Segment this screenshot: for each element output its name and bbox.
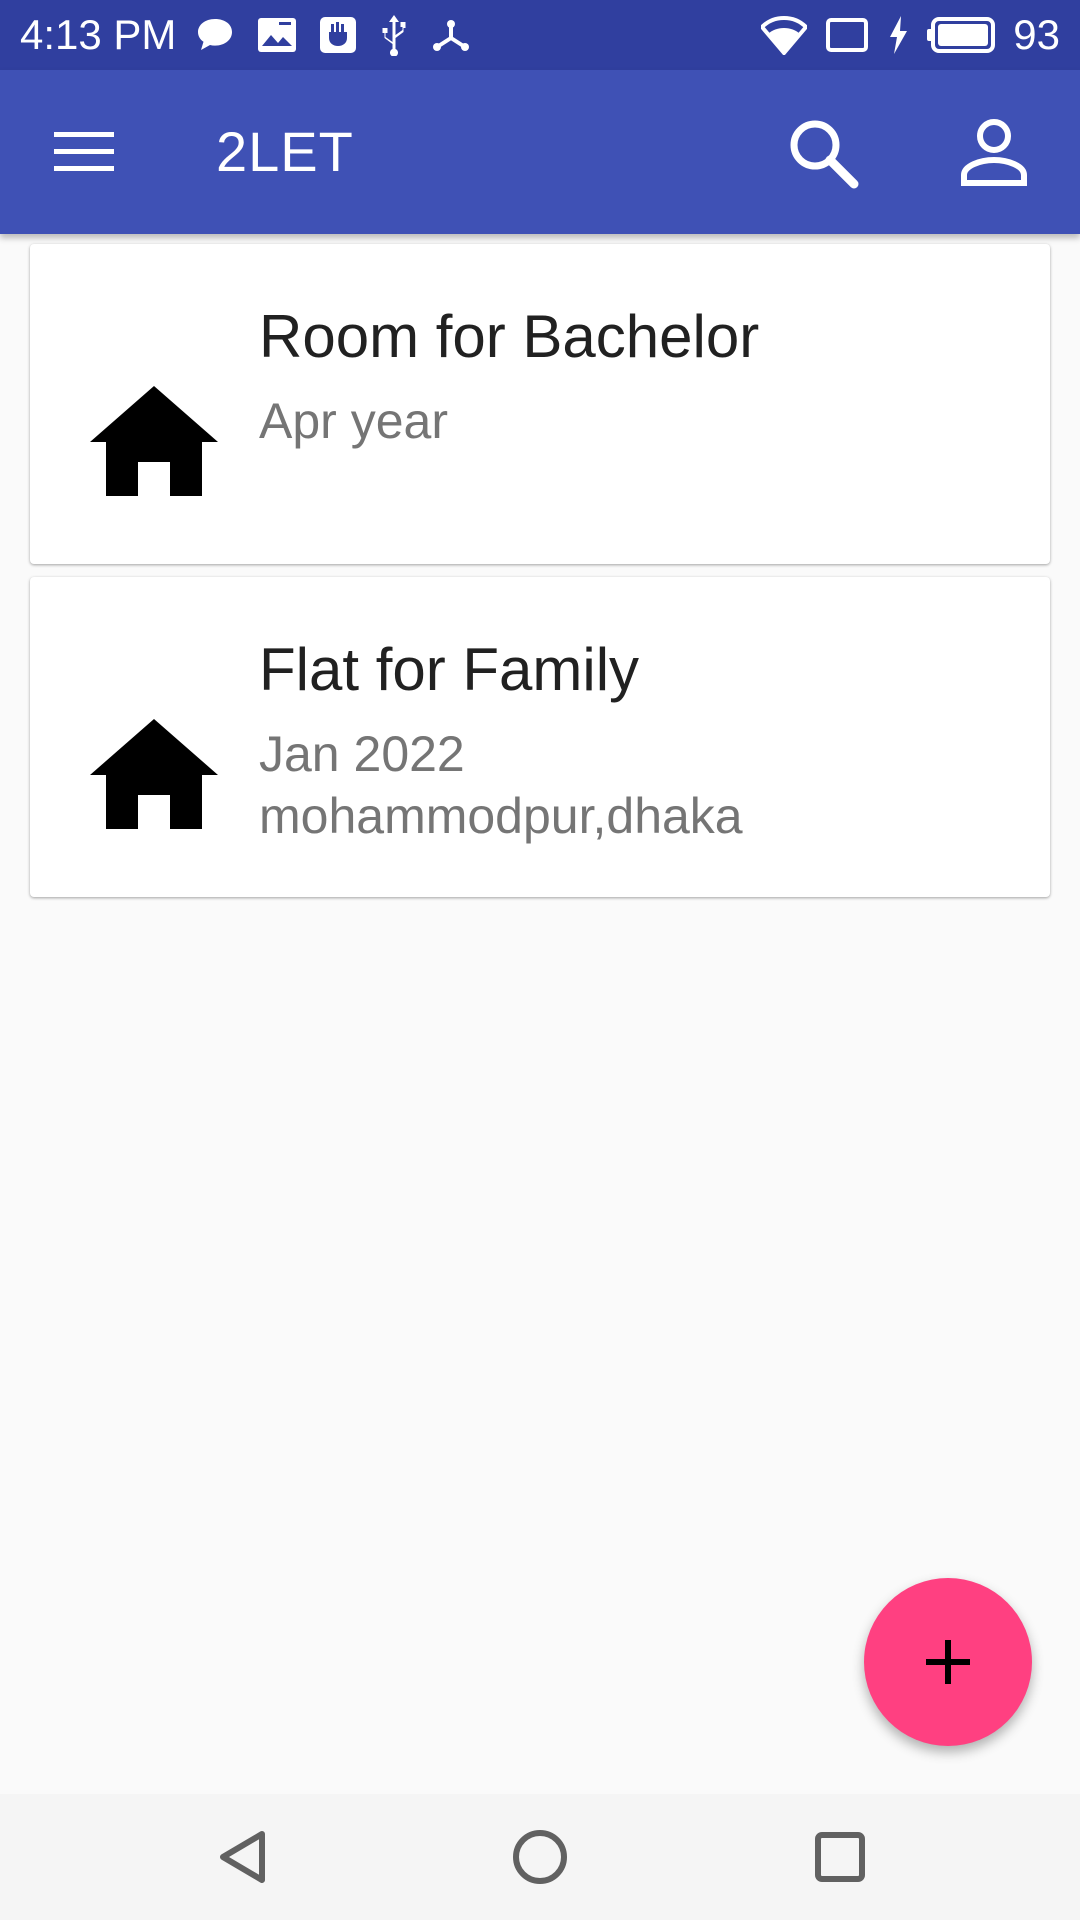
recents-icon: [815, 1832, 865, 1882]
chat-bubble-icon: [195, 16, 235, 54]
listing-date: Apr year: [259, 393, 448, 449]
app-title: 2LET: [216, 120, 354, 183]
home-circle-icon: [513, 1830, 567, 1884]
battery-percent: 93: [1013, 11, 1060, 58]
usb-icon: [379, 14, 409, 56]
add-listing-button[interactable]: [864, 1578, 1032, 1746]
listing-title: Flat for Family: [259, 636, 640, 703]
menu-icon: [54, 132, 114, 171]
status-system-icons: 93: [761, 10, 1060, 60]
screen: 4:13 PM 93 2LET Room for Bachelor Apr ye…: [0, 0, 1080, 1920]
menu-button[interactable]: [48, 120, 120, 184]
app-bar: 2LET: [0, 70, 1080, 234]
home-icon: [90, 719, 218, 829]
search-button[interactable]: [780, 110, 864, 194]
nav-recents-button[interactable]: [803, 1820, 877, 1894]
listing-address: mohammodpur,dhaka: [259, 788, 743, 844]
wifi-icon: [761, 15, 808, 55]
image-icon: [257, 17, 297, 53]
back-icon: [220, 1831, 265, 1883]
account-button[interactable]: [952, 110, 1036, 194]
nav-back-button[interactable]: [205, 1820, 279, 1894]
status-bar: 4:13 PM 93: [0, 0, 1080, 70]
usb-tether-icon: [431, 15, 471, 55]
navigation-bar: [0, 1794, 1080, 1920]
listing-date: Jan 2022: [259, 726, 465, 782]
listing-title: Room for Bachelor: [259, 303, 760, 370]
account-icon: [961, 119, 1027, 186]
charging-icon: [887, 15, 909, 55]
cast-icon: [825, 17, 869, 53]
home-icon: [90, 386, 218, 496]
listing-card[interactable]: Room for Bachelor Apr year: [30, 244, 1050, 564]
nav-home-button[interactable]: [503, 1820, 577, 1894]
search-icon: [790, 120, 859, 189]
listing-card[interactable]: Flat for Family Jan 2022 mohammodpur,dha…: [30, 577, 1050, 897]
plus-icon: [926, 1640, 970, 1684]
battery-icon: [927, 17, 996, 53]
keyboard-app-icon: [319, 16, 357, 54]
status-time: 4:13 PM: [20, 11, 177, 58]
status-notification-icons: [195, 10, 471, 60]
